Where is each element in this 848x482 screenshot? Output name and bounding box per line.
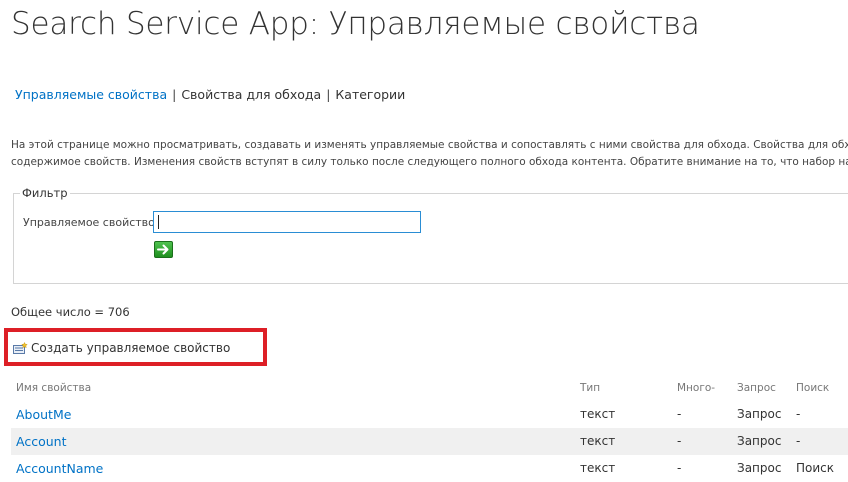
property-multi: - bbox=[677, 461, 682, 475]
header-search[interactable]: Поиск bbox=[796, 382, 829, 394]
property-name-link[interactable]: Account bbox=[16, 434, 66, 449]
managed-properties-table: Имя свойства Тип Много- Запрос Поиск Abo… bbox=[11, 377, 848, 482]
property-query: Запрос bbox=[737, 461, 782, 475]
filter-go-button[interactable] bbox=[154, 241, 173, 258]
description-line-1: На этой странице можно просматривать, со… bbox=[11, 139, 848, 151]
page: Search Service App: Управляемые свойства… bbox=[0, 0, 848, 482]
page-title: Search Service App: Управляемые свойства bbox=[11, 6, 700, 42]
new-managed-property-link[interactable]: Создать управляемое свойство bbox=[13, 341, 230, 355]
property-type: текст bbox=[580, 434, 616, 448]
filter-label: Управляемое свойство bbox=[23, 216, 155, 229]
page-description: На этой странице можно просматривать, со… bbox=[11, 137, 848, 170]
property-search: Поиск bbox=[796, 461, 835, 475]
property-query: Запрос bbox=[737, 407, 782, 421]
table-row: AccountName текст - Запрос Поиск bbox=[11, 455, 848, 482]
table-row: AboutMe текст - Запрос - bbox=[11, 401, 848, 428]
table-row: Account текст - Запрос - bbox=[11, 428, 848, 455]
nav-link-crawled-properties[interactable]: Свойства для обхода bbox=[181, 87, 321, 102]
breadcrumb-nav: Управляемые свойства | Свойства для обхода… bbox=[15, 87, 405, 102]
property-type: текст bbox=[580, 407, 616, 421]
description-line-2: содержимое свойств. Изменения свойств вс… bbox=[11, 155, 848, 168]
arrow-right-icon bbox=[157, 244, 169, 255]
header-property-name[interactable]: Имя свойства bbox=[16, 382, 91, 394]
text-caret bbox=[158, 215, 159, 229]
property-multi: - bbox=[677, 434, 682, 448]
property-type: текст bbox=[580, 461, 616, 475]
property-query: Запрос bbox=[737, 434, 782, 448]
nav-link-categories[interactable]: Категории bbox=[335, 87, 405, 102]
property-multi: - bbox=[677, 407, 682, 421]
property-search: - bbox=[796, 407, 801, 421]
new-property-label: Создать управляемое свойство bbox=[31, 341, 231, 355]
new-property-icon bbox=[13, 341, 28, 354]
filter-fieldset bbox=[13, 193, 848, 284]
filter-legend: Фильтр bbox=[20, 186, 70, 200]
nav-separator: | bbox=[326, 87, 331, 102]
header-query[interactable]: Запрос bbox=[737, 382, 776, 394]
nav-link-managed-properties[interactable]: Управляемые свойства bbox=[15, 87, 167, 102]
property-search: - bbox=[796, 434, 801, 448]
header-type[interactable]: Тип bbox=[580, 382, 600, 394]
managed-property-filter-input[interactable] bbox=[153, 211, 421, 233]
property-name-link[interactable]: AboutMe bbox=[16, 407, 71, 422]
property-name-link[interactable]: AccountName bbox=[16, 461, 103, 476]
table-header: Имя свойства Тип Много- Запрос Поиск bbox=[11, 377, 848, 401]
total-count: Общее число = 706 bbox=[11, 305, 130, 319]
nav-separator: | bbox=[172, 87, 177, 102]
header-multi[interactable]: Много- bbox=[677, 382, 715, 394]
